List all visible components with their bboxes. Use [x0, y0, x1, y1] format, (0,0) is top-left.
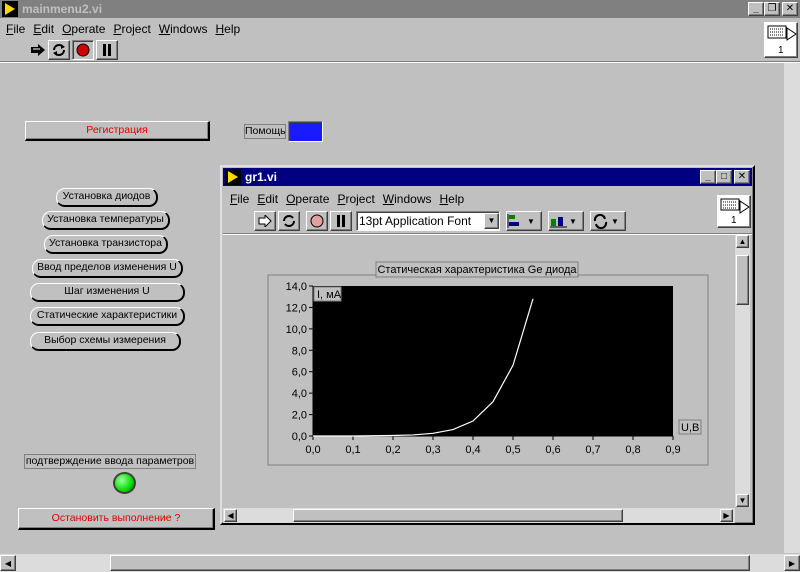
y-axis-label: I, мА [317, 289, 342, 301]
menu-button-7[interactable]: Выбор схемы измерения [30, 332, 181, 351]
distribute-objects-icon[interactable]: ▼ [548, 211, 584, 231]
gr1-menu-project[interactable]: Project [333, 192, 378, 206]
x-tick-label: 0,1 [345, 444, 360, 456]
main-hscroll-thumb[interactable] [110, 555, 750, 571]
gr1-toolbar: 13pt Application Font ▼ ▼ ▼ ▼ [254, 211, 626, 231]
menu-button-3[interactable]: Установка транзистора [44, 235, 168, 254]
gr1-labview-icon [225, 169, 241, 185]
help-label: Помощь [244, 124, 286, 139]
font-select[interactable]: 13pt Application Font ▼ [356, 211, 500, 231]
gr1-title-bar: gr1.vi _ □ ✕ [223, 168, 752, 186]
menu-button-2[interactable]: Установка температуры [42, 211, 170, 230]
confirm-led [113, 472, 136, 494]
gr1-menu-operate[interactable]: Operate [282, 192, 333, 206]
gr1-minimize-icon[interactable]: _ [700, 170, 716, 184]
restore-icon[interactable]: ❐ [764, 2, 780, 16]
gr1-run-continuous-icon[interactable] [278, 211, 300, 231]
main-toolbar [30, 40, 118, 60]
y-tick-label: 0,0 [292, 431, 307, 443]
main-vi-icon-label: 1 [778, 45, 784, 56]
gr1-scroll-down-icon[interactable]: ▼ [736, 494, 749, 507]
run-continuous-icon[interactable] [48, 40, 70, 60]
register-button[interactable]: Регистрация [25, 121, 210, 141]
stop-execution-button[interactable]: Остановить выполнение ? [18, 508, 215, 530]
abort-icon[interactable] [72, 40, 94, 60]
close-icon[interactable]: ✕ [782, 2, 798, 16]
reorder-icon[interactable]: ▼ [590, 211, 626, 231]
menu-button-5[interactable]: Шаг изменения U [30, 283, 185, 302]
confirm-label: подтверждение ввода параметров [24, 454, 196, 469]
main-title-bar: mainmenu2.vi _ ❐ ✕ [0, 0, 800, 18]
gr1-run-icon[interactable] [254, 211, 276, 231]
y-tick-label: 2,0 [292, 410, 307, 422]
graph-title: Статическая характеристика Ge диода [377, 264, 577, 276]
x-tick-label: 0,7 [585, 444, 600, 456]
scroll-right-icon[interactable]: ▶ [784, 555, 800, 571]
x-tick-label: 0,6 [545, 444, 560, 456]
gr1-abort-icon[interactable] [306, 211, 328, 231]
align-objects-icon[interactable]: ▼ [506, 211, 542, 231]
toolbar-divider [0, 61, 800, 63]
main-menu-bar: File Edit Operate Project Windows Help [2, 20, 244, 38]
x-tick-label: 0,9 [665, 444, 680, 456]
x-tick-label: 0,0 [305, 444, 320, 456]
main-vi-icon[interactable]: 1 [764, 22, 798, 58]
y-tick-label: 14,0 [286, 281, 307, 293]
gr1-vscroll-thumb[interactable] [736, 255, 749, 305]
scroll-left-icon[interactable]: ◀ [0, 555, 16, 571]
main-menu-file[interactable]: File [2, 22, 29, 36]
menu-button-4[interactable]: Ввод пределов изменения U [32, 259, 183, 278]
y-tick-label: 6,0 [292, 367, 307, 379]
diode-characteristic-graph: Статическая характеристика Ge диода0,0 0,… [267, 261, 709, 466]
run-arrow-icon[interactable] [30, 42, 46, 58]
menu-button-6[interactable]: Статические характеристики [30, 307, 185, 326]
main-menu-operate[interactable]: Operate [58, 22, 109, 36]
labview-icon [2, 1, 18, 17]
pause-icon[interactable] [96, 40, 118, 60]
x-tick-label: 0,4 [465, 444, 480, 456]
gr1-scroll-right-icon[interactable]: ▶ [720, 509, 733, 522]
gr1-maximize-icon[interactable]: □ [716, 170, 732, 184]
plot-area [313, 286, 673, 436]
gr1-vertical-scrollbar[interactable]: ▲ ▼ [735, 235, 750, 507]
x-axis-label: U,В [681, 422, 699, 434]
y-tick-label: 4,0 [292, 388, 307, 400]
gr1-vi-icon-label: 1 [731, 215, 737, 226]
x-tick-label: 0,2 [385, 444, 400, 456]
main-menu-project[interactable]: Project [109, 22, 154, 36]
menu-button-1[interactable]: Установка диодов [56, 188, 158, 207]
gr1-window: gr1.vi _ □ ✕ File Edit Operate Project Windo… [220, 165, 755, 525]
gr1-menu-file[interactable]: File [226, 192, 253, 206]
gr1-window-title: gr1.vi [245, 170, 278, 184]
font-select-value: 13pt Application Font [359, 214, 472, 228]
help-indicator[interactable] [288, 121, 323, 142]
gr1-hscroll-thumb[interactable] [293, 509, 623, 522]
main-horizontal-scrollbar[interactable]: ◀ ▶ [0, 554, 800, 572]
gr1-vi-icon[interactable]: 1 [717, 195, 751, 228]
gr1-close-icon[interactable]: ✕ [734, 170, 750, 184]
main-menu-windows[interactable]: Windows [155, 22, 212, 36]
gr1-menu-windows[interactable]: Windows [379, 192, 436, 206]
y-tick-label: 8,0 [292, 345, 307, 357]
gr1-scroll-left-icon[interactable]: ◀ [224, 509, 237, 522]
gr1-menu-help[interactable]: Help [435, 192, 468, 206]
main-window-title: mainmenu2.vi [22, 2, 103, 16]
gr1-menu-bar: File Edit Operate Project Windows Help [226, 191, 468, 207]
gr1-menu-edit[interactable]: Edit [253, 192, 282, 206]
main-vertical-scrollbar[interactable] [784, 63, 800, 553]
x-tick-label: 0,3 [425, 444, 440, 456]
gr1-pause-icon[interactable] [330, 211, 352, 231]
main-menu-help[interactable]: Help [211, 22, 244, 36]
minimize-icon[interactable]: _ [748, 2, 764, 16]
gr1-horizontal-scrollbar[interactable]: ◀ ▶ [223, 508, 735, 523]
main-menu-edit[interactable]: Edit [29, 22, 58, 36]
x-tick-label: 0,8 [625, 444, 640, 456]
x-tick-label: 0,5 [505, 444, 520, 456]
y-tick-label: 12,0 [286, 302, 307, 314]
y-tick-label: 10,0 [286, 324, 307, 336]
font-dropdown-icon[interactable]: ▼ [484, 213, 499, 229]
gr1-scroll-up-icon[interactable]: ▲ [736, 235, 749, 248]
